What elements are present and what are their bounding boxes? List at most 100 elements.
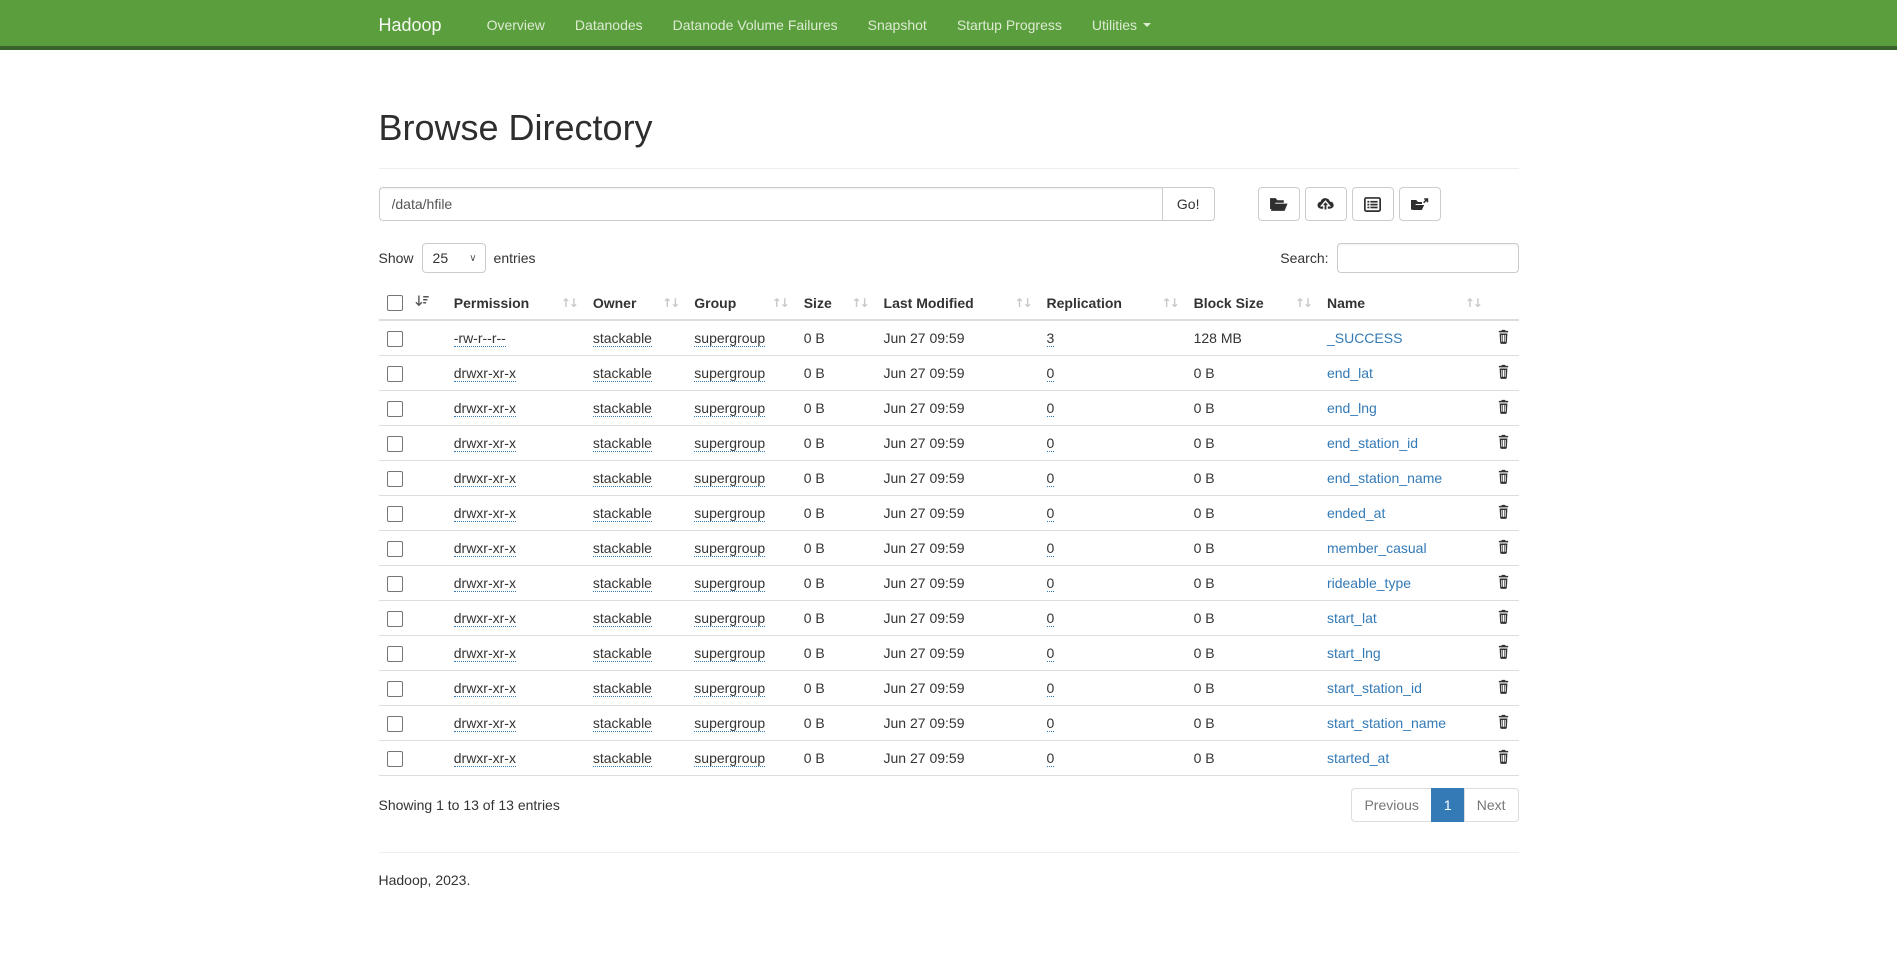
next-button[interactable]: Next xyxy=(1464,788,1519,822)
group-value[interactable]: supergroup xyxy=(694,470,765,487)
group-value[interactable]: supergroup xyxy=(694,575,765,592)
group-value[interactable]: supergroup xyxy=(694,610,765,627)
group-value[interactable]: supergroup xyxy=(694,715,765,732)
row-checkbox[interactable] xyxy=(387,471,403,487)
delete-button[interactable] xyxy=(1497,504,1510,519)
file-name-link[interactable]: end_lat xyxy=(1327,365,1373,381)
delete-button[interactable] xyxy=(1497,609,1510,624)
nav-item-startup-progress[interactable]: Startup Progress xyxy=(942,0,1077,50)
owner-value[interactable]: stackable xyxy=(593,365,652,382)
file-name-link[interactable]: ended_at xyxy=(1327,505,1385,521)
page-1-button[interactable]: 1 xyxy=(1431,788,1465,822)
row-checkbox[interactable] xyxy=(387,436,403,452)
permission-value[interactable]: drwxr-xr-x xyxy=(454,470,516,487)
file-name-link[interactable]: member_casual xyxy=(1327,540,1427,556)
group-value[interactable]: supergroup xyxy=(694,365,765,382)
replication-value[interactable]: 0 xyxy=(1047,365,1055,382)
delete-button[interactable] xyxy=(1497,679,1510,694)
brand-hadoop[interactable]: Hadoop xyxy=(379,0,457,50)
replication-value[interactable]: 0 xyxy=(1047,400,1055,417)
owner-value[interactable]: stackable xyxy=(593,750,652,767)
select-all-checkbox[interactable] xyxy=(387,295,403,311)
replication-value[interactable]: 0 xyxy=(1047,610,1055,627)
delete-button[interactable] xyxy=(1497,574,1510,589)
go-button[interactable]: Go! xyxy=(1162,187,1215,221)
file-name-link[interactable]: start_lng xyxy=(1327,645,1381,661)
folder-open-button[interactable] xyxy=(1258,187,1300,221)
search-input[interactable] xyxy=(1337,243,1519,273)
nav-item-snapshot[interactable]: Snapshot xyxy=(853,0,942,50)
owner-value[interactable]: stackable xyxy=(593,505,652,522)
row-checkbox[interactable] xyxy=(387,541,403,557)
delete-button[interactable] xyxy=(1497,469,1510,484)
replication-value[interactable]: 0 xyxy=(1047,750,1055,767)
row-checkbox[interactable] xyxy=(387,366,403,382)
header-block-size[interactable]: Block Size↑↓ xyxy=(1186,286,1319,320)
group-value[interactable]: supergroup xyxy=(694,680,765,697)
permission-value[interactable]: drwxr-xr-x xyxy=(454,610,516,627)
permission-value[interactable]: drwxr-xr-x xyxy=(454,575,516,592)
group-value[interactable]: supergroup xyxy=(694,400,765,417)
header-group[interactable]: Group↑↓ xyxy=(686,286,795,320)
row-checkbox[interactable] xyxy=(387,331,403,347)
row-checkbox[interactable] xyxy=(387,401,403,417)
page-size-select[interactable]: 25 ∨ xyxy=(422,243,486,273)
group-value[interactable]: supergroup xyxy=(694,645,765,662)
header-select-all[interactable] xyxy=(379,286,446,320)
row-checkbox[interactable] xyxy=(387,716,403,732)
permission-value[interactable]: drwxr-xr-x xyxy=(454,400,516,417)
delete-button[interactable] xyxy=(1497,644,1510,659)
replication-value[interactable]: 0 xyxy=(1047,715,1055,732)
nav-item-overview[interactable]: Overview xyxy=(472,0,560,50)
delete-button[interactable] xyxy=(1497,434,1510,449)
nav-item-datanodes[interactable]: Datanodes xyxy=(560,0,658,50)
permission-value[interactable]: drwxr-xr-x xyxy=(454,505,516,522)
permission-value[interactable]: drwxr-xr-x xyxy=(454,365,516,382)
row-checkbox[interactable] xyxy=(387,506,403,522)
previous-button[interactable]: Previous xyxy=(1351,788,1431,822)
row-checkbox[interactable] xyxy=(387,751,403,767)
owner-value[interactable]: stackable xyxy=(593,610,652,627)
group-value[interactable]: supergroup xyxy=(694,505,765,522)
file-name-link[interactable]: end_station_id xyxy=(1327,435,1418,451)
file-name-link[interactable]: _SUCCESS xyxy=(1327,330,1402,346)
owner-value[interactable]: stackable xyxy=(593,645,652,662)
replication-value[interactable]: 0 xyxy=(1047,505,1055,522)
group-value[interactable]: supergroup xyxy=(694,540,765,557)
owner-value[interactable]: stackable xyxy=(593,680,652,697)
row-checkbox[interactable] xyxy=(387,646,403,662)
group-value[interactable]: supergroup xyxy=(694,330,765,347)
delete-button[interactable] xyxy=(1497,714,1510,729)
group-value[interactable]: supergroup xyxy=(694,750,765,767)
replication-value[interactable]: 0 xyxy=(1047,680,1055,697)
folder-move-button[interactable] xyxy=(1399,187,1441,221)
cloud-upload-button[interactable] xyxy=(1305,187,1347,221)
row-checkbox[interactable] xyxy=(387,681,403,697)
header-owner[interactable]: Owner↑↓ xyxy=(585,286,686,320)
delete-button[interactable] xyxy=(1497,539,1510,554)
owner-value[interactable]: stackable xyxy=(593,435,652,452)
permission-value[interactable]: drwxr-xr-x xyxy=(454,715,516,732)
file-name-link[interactable]: end_station_name xyxy=(1327,470,1442,486)
replication-value[interactable]: 0 xyxy=(1047,575,1055,592)
replication-value[interactable]: 0 xyxy=(1047,435,1055,452)
permission-value[interactable]: drwxr-xr-x xyxy=(454,645,516,662)
owner-value[interactable]: stackable xyxy=(593,575,652,592)
header-replication[interactable]: Replication↑↓ xyxy=(1039,286,1186,320)
permission-value[interactable]: drwxr-xr-x xyxy=(454,750,516,767)
list-alt-button[interactable] xyxy=(1352,187,1394,221)
row-checkbox[interactable] xyxy=(387,611,403,627)
file-name-link[interactable]: start_station_name xyxy=(1327,715,1446,731)
replication-value[interactable]: 3 xyxy=(1047,330,1055,347)
header-permission[interactable]: Permission↑↓ xyxy=(446,286,585,320)
delete-button[interactable] xyxy=(1497,749,1510,764)
header-last-modified[interactable]: Last Modified↑↓ xyxy=(876,286,1039,320)
nav-item-datanode-volume-failures[interactable]: Datanode Volume Failures xyxy=(658,0,853,50)
owner-value[interactable]: stackable xyxy=(593,470,652,487)
permission-value[interactable]: -rw-r--r-- xyxy=(454,330,506,347)
row-checkbox[interactable] xyxy=(387,576,403,592)
header-size[interactable]: Size↑↓ xyxy=(796,286,876,320)
permission-value[interactable]: drwxr-xr-x xyxy=(454,435,516,452)
replication-value[interactable]: 0 xyxy=(1047,645,1055,662)
nav-item-utilities[interactable]: Utilities xyxy=(1077,0,1166,50)
